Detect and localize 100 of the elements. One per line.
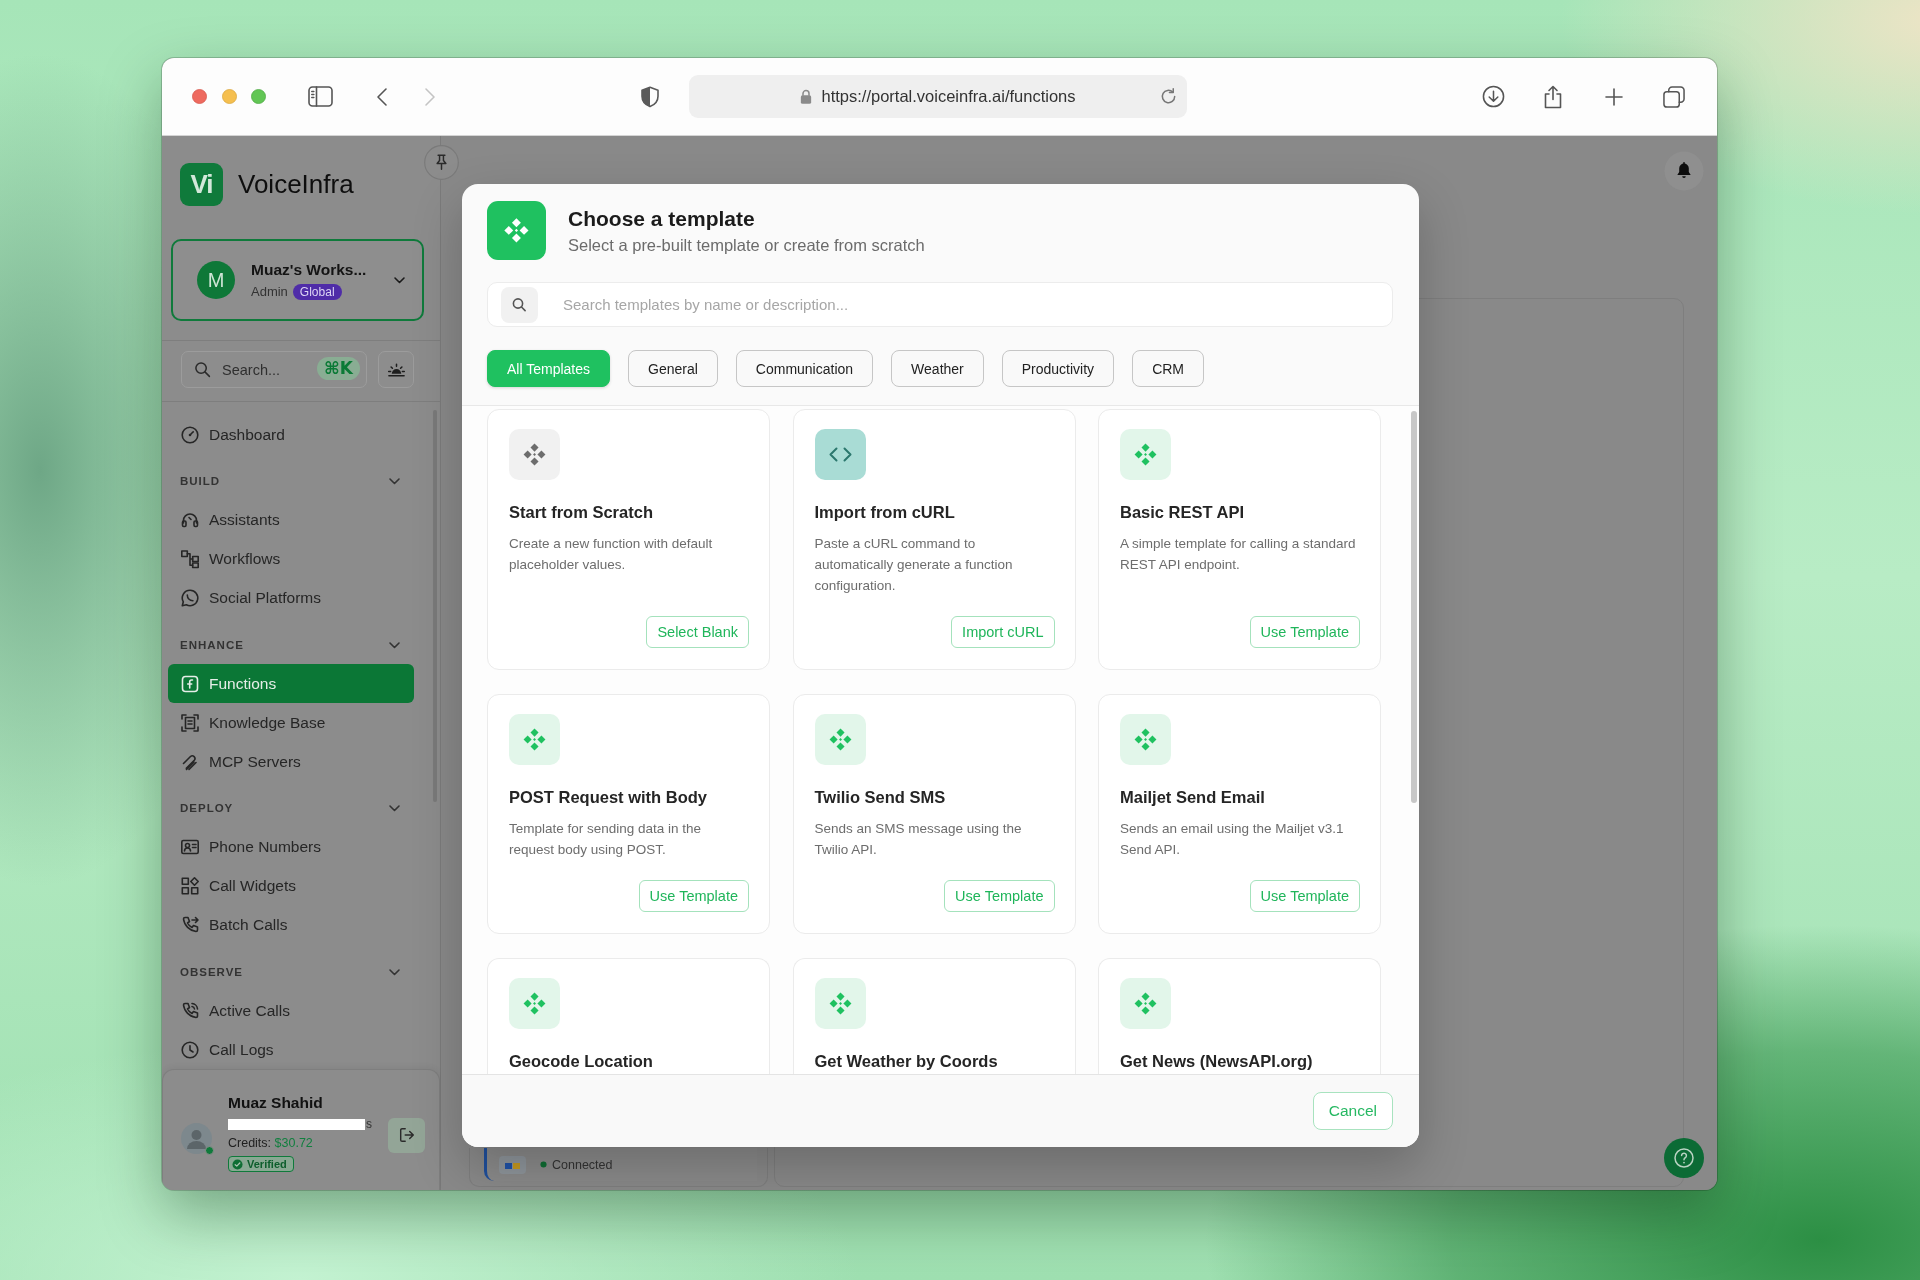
template-title: Mailjet Send Email	[1120, 787, 1265, 808]
phone-waves-icon	[180, 1000, 200, 1021]
chevron-down-icon	[393, 274, 406, 286]
gauge-icon	[180, 424, 200, 445]
section-toggle[interactable]: OBSERVE	[168, 944, 414, 991]
nav-item[interactable]: Dashboard	[168, 415, 414, 454]
pin-icon[interactable]	[424, 145, 459, 180]
template-description: A simple template for calling a standard REST API endpoint.	[1120, 535, 1357, 574]
filter-tab[interactable]: Productivity	[1001, 350, 1115, 387]
user-role: Admin	[251, 284, 288, 299]
headset-icon	[180, 510, 200, 530]
template-title: Get News (NewsAPI.org)	[1120, 1051, 1313, 1072]
template-description: Paste a cURL command to automatically generate a function configuration.	[814, 535, 1014, 595]
template-title: Get Weather by Coords	[814, 1051, 998, 1072]
brand-name: VoiceInfra	[238, 169, 354, 200]
document-icon	[180, 712, 200, 733]
nav-item[interactable]: Social Platforms	[168, 578, 414, 618]
diamond-grid-icon	[814, 978, 866, 1029]
section-toggle[interactable]: ENHANCE	[168, 617, 414, 664]
grid-shapes-icon	[180, 876, 200, 896]
flowchart-icon	[180, 549, 200, 569]
nav-item[interactable]: Batch Calls	[168, 905, 414, 945]
template-title: Basic REST API	[1120, 502, 1245, 523]
diamond-grid-icon	[509, 429, 560, 480]
template-title: Start from Scratch	[509, 502, 653, 523]
template-title: POST Request with Body	[509, 787, 708, 808]
contact-card-icon	[180, 837, 200, 857]
credits-text: Credits: $30.72	[228, 1136, 313, 1150]
template-description: Template for sending data in the request body using POST.	[509, 820, 703, 859]
bell-icon[interactable]	[1664, 151, 1704, 191]
connection-status: Connected	[552, 1157, 613, 1172]
nav-item[interactable]: MCP Servers	[168, 742, 414, 781]
brand-logo[interactable]: Vi	[180, 163, 223, 206]
filter-tab[interactable]: Communication	[735, 350, 874, 387]
nav-item[interactable]: Assistants	[168, 500, 414, 540]
close-icon[interactable]	[192, 89, 207, 104]
status-dot-icon	[540, 1161, 547, 1168]
section-toggle[interactable]: DEPLOY	[168, 781, 414, 828]
dialog-subtitle: Select a pre-built template or create from scratch	[568, 235, 925, 255]
theme-toggle-button[interactable]	[378, 351, 414, 388]
scrollbar-thumb[interactable]	[1411, 411, 1417, 803]
verified-label: Verified	[247, 1158, 287, 1170]
clock-icon	[180, 1039, 200, 1060]
nav-item[interactable]: Functions	[168, 664, 414, 703]
template-description: Sends an email using the Mailjet v3.1 Send API.	[1120, 820, 1345, 859]
shield-icon[interactable]	[640, 85, 660, 108]
phone-arrow-icon	[180, 915, 200, 935]
filter-tab[interactable]: CRM	[1132, 350, 1204, 387]
nav-item[interactable]: Workflows	[168, 539, 414, 579]
lock-icon	[800, 88, 813, 105]
dialog-title: Choose a template	[568, 206, 756, 231]
template-description: Create a new function with default placeholder values.	[509, 535, 714, 574]
code-brackets-icon	[814, 429, 866, 480]
logout-icon	[397, 1126, 416, 1144]
cancel-button[interactable]: Cancel	[1312, 1092, 1393, 1130]
template-action-button[interactable]: Select Blank	[646, 616, 749, 648]
template-action-button[interactable]: Use Template	[638, 880, 749, 912]
nav-item[interactable]: Call Widgets	[168, 866, 414, 906]
template-title: Twilio Send SMS	[814, 787, 946, 808]
help-icon[interactable]	[1664, 1138, 1704, 1178]
section-toggle[interactable]: BUILD	[168, 454, 414, 501]
diamond-grid-icon	[509, 978, 560, 1029]
template-action-button[interactable]: Use Template	[1249, 616, 1360, 648]
filter-tab[interactable]: General	[628, 350, 718, 387]
logout-button[interactable]	[388, 1117, 425, 1153]
diamond-grid-icon	[1120, 714, 1171, 765]
filter-tab[interactable]: All Templates	[487, 350, 610, 387]
chevron-left-icon[interactable]	[376, 86, 388, 107]
share-icon[interactable]	[1543, 84, 1563, 109]
workspace-name: Muaz's Works...	[251, 260, 367, 279]
template-title: Import from cURL	[814, 502, 955, 523]
nav-item[interactable]: Active Calls	[168, 991, 414, 1030]
diamond-grid-icon	[1120, 429, 1171, 480]
user-name: Muaz Shahid	[228, 1094, 323, 1112]
workspace-avatar: M	[197, 261, 235, 299]
template-description: Sends an SMS message using the Twilio API.	[814, 820, 1023, 859]
diamond-grid-icon	[509, 714, 560, 765]
user-avatar	[181, 1122, 212, 1154]
search-icon	[194, 361, 211, 378]
function-icon	[180, 673, 200, 694]
url-text: https://portal.voiceinfra.ai/functions	[821, 87, 1076, 106]
download-icon[interactable]	[1482, 85, 1505, 108]
address-bar[interactable]: https://portal.voiceinfra.ai/functions	[689, 75, 1187, 118]
template-action-button[interactable]: Use Template	[1249, 880, 1360, 912]
template-action-button[interactable]: Use Template	[944, 880, 1055, 912]
sidebar-toggle-icon[interactable]	[308, 86, 333, 107]
workspace-switcher[interactable]: M Muaz's Works... Admin Global	[171, 239, 424, 321]
diamond-grid-icon	[1120, 978, 1171, 1029]
filter-tab[interactable]: Weather	[891, 350, 984, 387]
search-icon	[501, 286, 538, 323]
nav-item[interactable]: Knowledge Base	[168, 703, 414, 742]
email-text: s	[366, 1118, 372, 1130]
template-action-button[interactable]: Import cURL	[951, 616, 1055, 648]
role-badge: Global	[292, 283, 342, 300]
plus-icon[interactable]	[1605, 87, 1623, 106]
reload-icon[interactable]	[1159, 87, 1178, 106]
tabs-icon[interactable]	[1663, 85, 1685, 108]
nav-item[interactable]: Phone Numbers	[168, 827, 414, 867]
nav-item[interactable]: Call Logs	[168, 1030, 414, 1069]
template-title: Geocode Location	[509, 1051, 653, 1072]
